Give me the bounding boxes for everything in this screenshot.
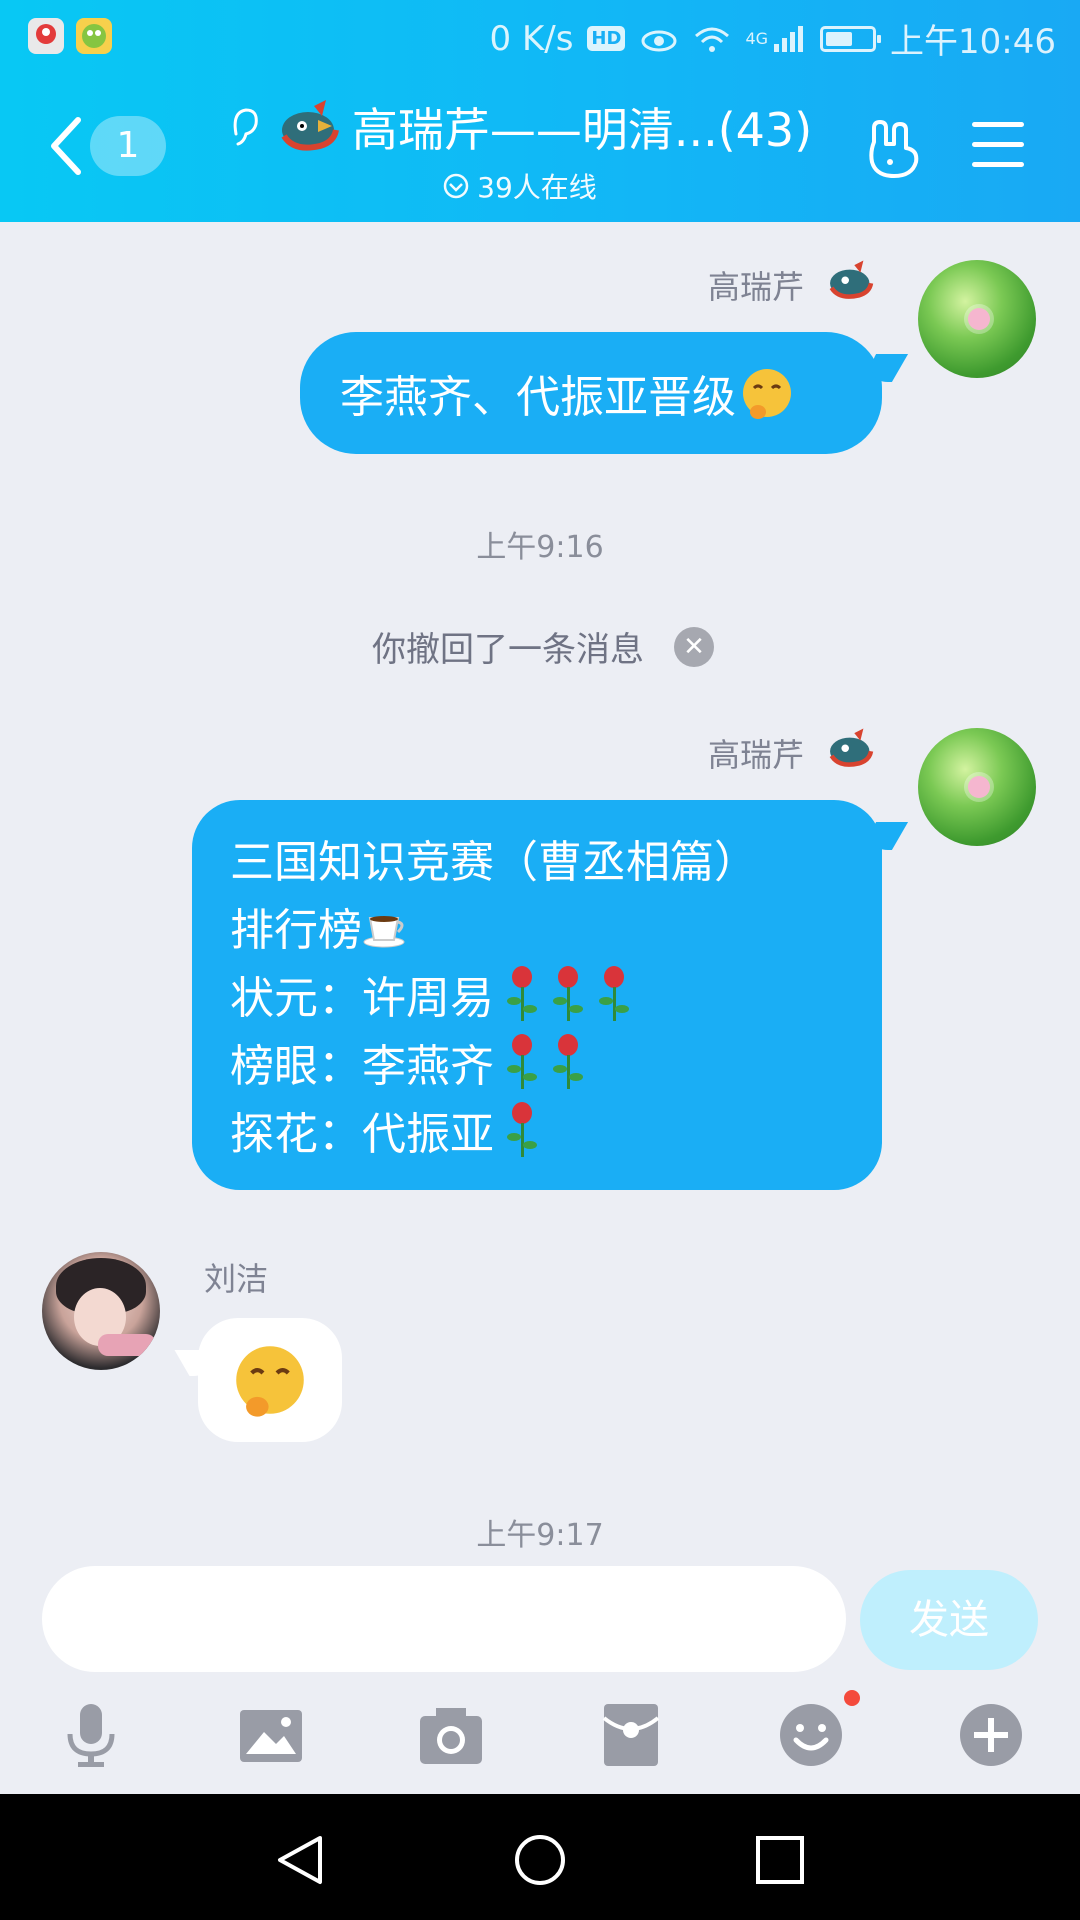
message-line: 状元：许周易: [230, 960, 844, 1028]
rock-hand-icon[interactable]: [864, 120, 920, 178]
avatar[interactable]: [918, 728, 1036, 846]
recall-text: 你撤回了一条消息: [372, 630, 644, 670]
chat-title: 高瑞芹——明清...(43): [351, 103, 813, 157]
network-type: 4G: [745, 29, 769, 48]
chat-header: 1 高瑞芹——明清...(43) 39人在线: [0, 74, 1080, 222]
avatar[interactable]: [42, 1252, 160, 1370]
message-line: 探花：代振亚: [230, 1096, 844, 1164]
sender-name: 刘洁: [204, 1260, 269, 1298]
signal-icon: [774, 25, 804, 52]
notification-dot: [844, 1690, 860, 1706]
message-text: 李燕齐、代振亚晋级: [340, 372, 736, 423]
rose-icon: [550, 1033, 586, 1091]
timestamp: 上午9:16: [476, 530, 604, 565]
emoji-button[interactable]: [776, 1690, 860, 1770]
emoji-icon: [780, 1704, 842, 1766]
hd-badge: HD: [587, 26, 626, 51]
home-circle-icon[interactable]: [512, 1832, 568, 1888]
send-button[interactable]: 发送: [860, 1570, 1038, 1670]
camera-icon[interactable]: [416, 1700, 486, 1770]
game-notification-icon: [76, 18, 112, 54]
network-speed: 0 K/s: [489, 18, 574, 59]
app-notification-icon: [28, 18, 64, 54]
rose-icon: [550, 965, 586, 1023]
message-line: 排行榜: [230, 892, 844, 960]
message-bubble[interactable]: 李燕齐、代振亚晋级: [300, 332, 882, 454]
message-bubble[interactable]: [198, 1318, 342, 1442]
close-icon[interactable]: ✕: [674, 626, 714, 667]
unread-badge[interactable]: 1: [90, 116, 166, 176]
rose-icon: [596, 965, 632, 1023]
back-triangle-icon[interactable]: [272, 1832, 328, 1888]
message-input[interactable]: [42, 1566, 846, 1672]
image-icon[interactable]: [236, 1700, 306, 1770]
chevron-circle-icon: [443, 173, 469, 199]
pleading-emoji-icon: [743, 369, 791, 419]
message-bubble[interactable]: 三国知识竞赛（曹丞相篇） 排行榜 状元：许周易 榜眼：李燕齐 探花：代振亚: [192, 800, 882, 1190]
top-bar: 0 K/s HD 4G 上午10:46 1 高瑞芹——明清...(43) 39人…: [0, 0, 1080, 222]
clock: 上午10:46: [890, 22, 1056, 62]
rose-icon: [504, 1101, 540, 1159]
microphone-icon[interactable]: [56, 1700, 126, 1770]
dragon-emblem-icon: [281, 100, 339, 151]
plus-icon[interactable]: [956, 1700, 1026, 1770]
dragon-emblem-icon: [829, 728, 874, 767]
recall-notice: 你撤回了一条消息 ✕: [372, 622, 714, 671]
ear-icon: [233, 108, 258, 146]
timestamp: 上午9:17: [476, 1518, 604, 1553]
online-count: 39人在线: [477, 171, 597, 204]
back-chevron-icon[interactable]: [44, 114, 88, 178]
avatar[interactable]: [918, 260, 1036, 378]
dragon-emblem-icon: [829, 260, 874, 299]
system-nav-bar: [0, 1794, 1080, 1920]
eye-icon: [641, 30, 677, 51]
recent-square-icon[interactable]: [752, 1832, 808, 1888]
pleading-emoji-icon: [236, 1346, 304, 1417]
message-line: 三国知识竞赛（曹丞相篇）: [230, 837, 758, 888]
battery-icon: [820, 25, 882, 52]
rose-icon: [504, 965, 540, 1023]
coffee-cup-icon: [363, 916, 405, 948]
wifi-icon: [695, 27, 730, 52]
sender-name: 高瑞芹: [708, 736, 805, 774]
red-envelope-icon[interactable]: [596, 1700, 666, 1770]
sender-name: 高瑞芹: [708, 268, 805, 306]
message-line: 榜眼：李燕齐: [230, 1028, 844, 1096]
status-bar: 0 K/s HD 4G 上午10:46: [0, 0, 1080, 74]
input-toolbar: [0, 1690, 1080, 1800]
hamburger-menu-icon[interactable]: [972, 122, 1024, 168]
rose-icon: [504, 1033, 540, 1091]
chat-title-area[interactable]: 高瑞芹——明清...(43) 39人在线: [210, 94, 830, 206]
